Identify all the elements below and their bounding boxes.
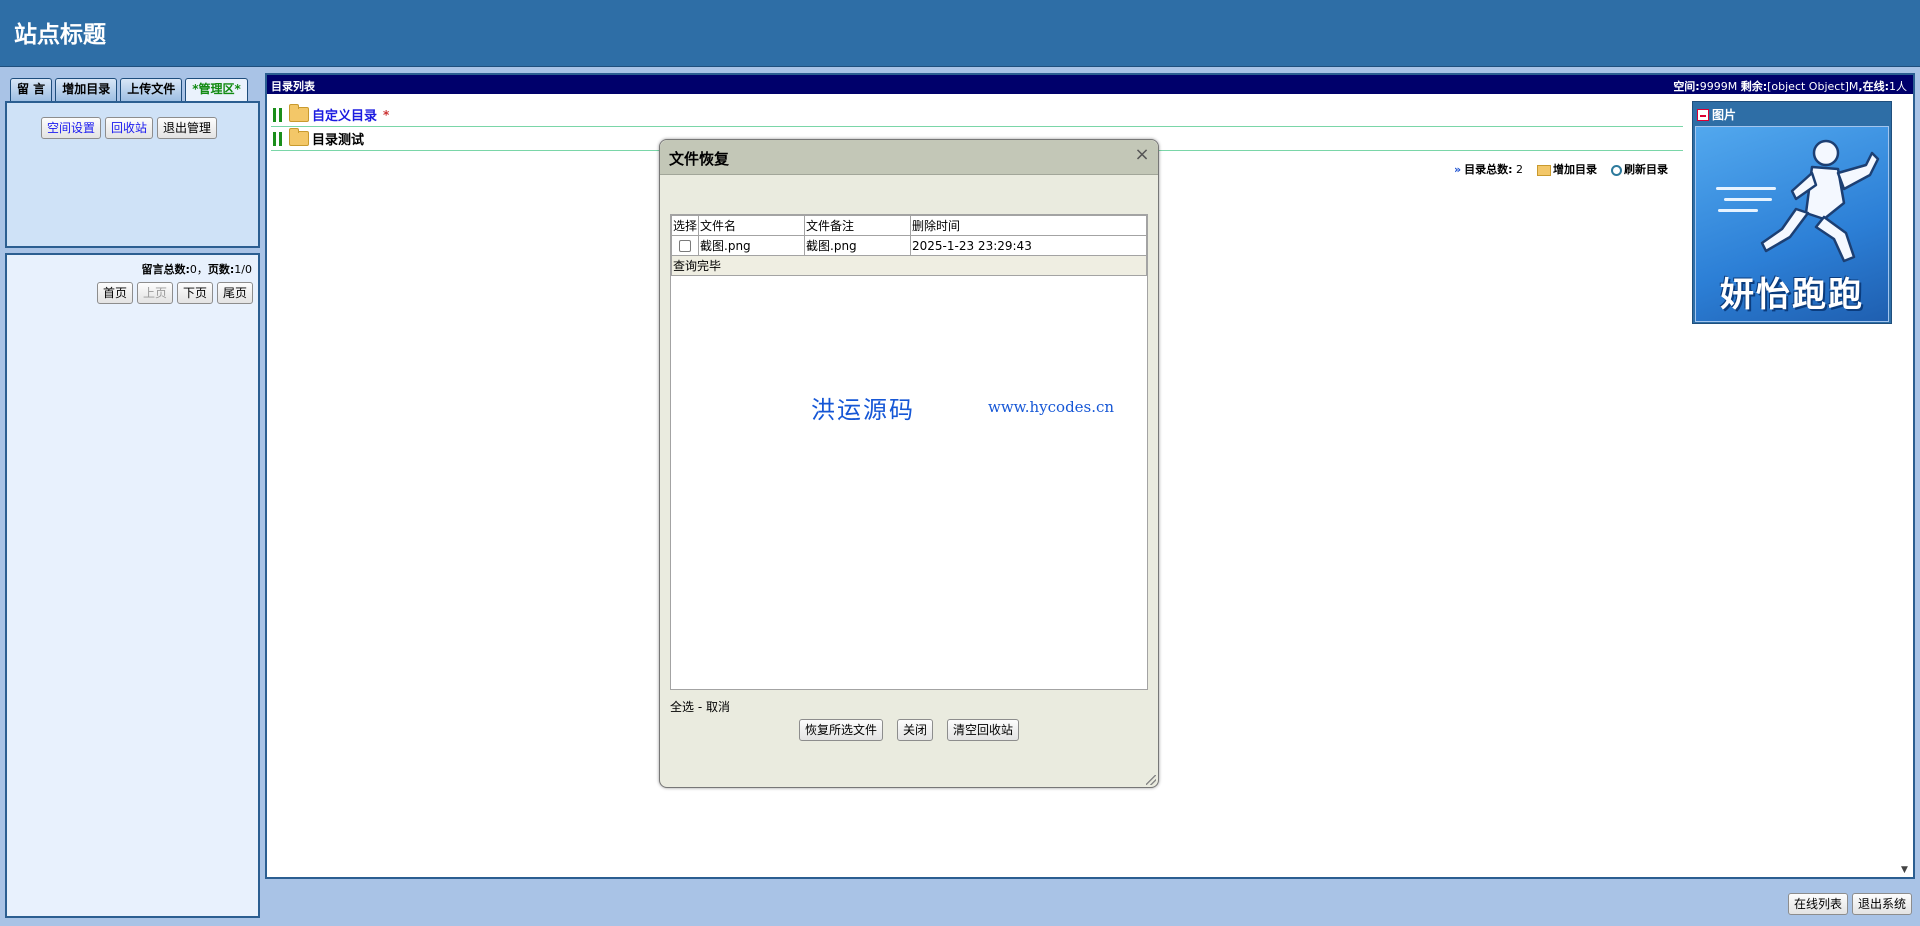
last-page-button[interactable]: 尾页 [216,282,253,304]
dialog-header: 文件恢复 × [660,140,1158,175]
header: 站点标题 [0,0,1920,67]
left-tabs: 留 言 增加目录 上传文件 *管理区* [10,78,251,102]
logout-admin-button[interactable]: 退出管理 [157,117,218,139]
prev-page-button: 上页 [136,282,173,304]
promo-image: 妍怡跑跑 [1695,126,1889,322]
double-arrow-icon: » [1453,163,1462,176]
online-list-button[interactable]: 在线列表 [1787,893,1848,915]
message-stats: 留言总数:0，页数:1/0 [141,261,252,277]
space-value: 9999M [1699,80,1738,93]
page-count-label: 页数: [207,263,235,276]
add-directory-label: 增加目录 [1553,163,1597,176]
add-folder-icon [1537,164,1551,176]
refresh-directory-link[interactable]: 刷新目录 [1611,161,1668,177]
directory-link[interactable]: 目录测试 [312,129,364,148]
footer-buttons: 在线列表 退出系统 [1787,893,1912,915]
directory-list-title: 目录列表 [271,80,315,93]
sort-arrows-icon[interactable] [271,106,285,124]
recycle-bin-button[interactable]: 回收站 [105,117,154,139]
dialog-title: 文件恢复 [669,150,730,168]
image-panel: 图片 妍怡跑跑 [1692,101,1892,324]
sort-arrows-icon[interactable] [271,130,285,148]
deleted-time-cell: 2025-1-23 23:29:43 [910,235,1147,256]
table-row: 截图.png 截图.png 2025-1-23 23:29:43 [670,235,1147,256]
filename-cell: 截图.png [698,235,806,256]
close-icon[interactable]: × [1134,146,1150,164]
message-total-label: 留言总数: [141,263,190,276]
online-label: ,在线: [1858,80,1889,93]
messages-panel: 留言总数:0，页数:1/0 首页 上页 下页 尾页 [5,253,260,918]
table-header-row: 选择 文件名 文件备注 删除时间 [670,215,1147,236]
column-header-filename: 文件名 [698,215,806,236]
resize-grip-icon[interactable] [1146,775,1156,785]
space-settings-button[interactable]: 空间设置 [41,117,102,139]
space-status: 空间:9999M 剩余:[object Object]M,在线:1人 [1673,78,1907,94]
directory-toolbar: » 目录总数: 2 增加目录 刷新目录 [1454,161,1668,177]
file-select-checkbox[interactable] [679,240,691,252]
refresh-icon [1611,164,1622,176]
picture-icon [1697,108,1709,121]
admin-buttons: 空间设置 回收站 退出管理 [41,117,218,139]
restore-selected-button[interactable]: 恢复所选文件 [798,719,883,741]
message-total-value: 0 [189,263,197,276]
site-title: 站点标题 [14,22,106,48]
folder-icon [289,104,309,122]
query-done-text: 查询完毕 [671,255,1147,276]
recycle-files-table: 选择 文件名 文件备注 删除时间 截图.png 截图.png 2025-1-23… [670,215,1147,276]
first-page-button[interactable]: 首页 [96,282,133,304]
empty-recycle-bin-button[interactable]: 清空回收站 [947,719,1020,741]
remain-label: 剩余: [1740,80,1768,93]
directory-list-bar: 目录列表 空间:9999M 剩余:[object Object]M,在线:1人 [267,75,1913,94]
dialog-buttons: 恢复所选文件 关闭 清空回收站 [660,719,1158,741]
watermark-text: 洪运源码 [811,396,915,424]
refresh-directory-label: 刷新目录 [1624,163,1668,176]
space-label: 空间: [1673,80,1700,93]
query-done-row: 查询完毕 [671,255,1147,276]
scroll-down-arrow-icon[interactable]: ▼ [1901,865,1911,875]
column-header-select: 选择 [670,215,700,236]
logout-system-button[interactable]: 退出系统 [1851,893,1912,915]
column-header-deleted-time: 删除时间 [910,215,1147,236]
folder-icon [289,128,309,146]
column-header-note: 文件备注 [804,215,912,236]
tab-admin-area[interactable]: *管理区* [185,78,248,102]
note-cell: 截图.png [804,235,912,256]
close-dialog-button[interactable]: 关闭 [896,719,933,741]
directory-total-value: 2 [1516,163,1523,176]
runner-icon [1760,139,1880,263]
tab-upload-file[interactable]: 上传文件 [120,78,183,101]
add-directory-link[interactable]: 增加目录 [1537,161,1597,177]
online-value: 1人 [1889,80,1907,93]
promo-logo-text: 妍怡跑跑 [1720,275,1864,315]
file-restore-dialog: 文件恢复 × 选择 文件名 文件备注 删除时间 截图.png 截图.png 20… [659,139,1159,788]
image-panel-title: 图片 [1697,106,1736,123]
directory-row: 自定义目录 * [271,103,1683,127]
selection-links: 全选 - 取消 [670,698,730,715]
watermark-url: www.hycodes.cn [988,398,1115,416]
page-count-value: 1/0 [234,263,252,276]
selection-separator: - [694,700,706,714]
cancel-selection-link[interactable]: 取消 [706,700,730,714]
message-pager: 首页 上页 下页 尾页 [96,282,253,304]
remain-value: [object Object]M [1767,80,1859,93]
directory-total: » 目录总数: 2 [1454,161,1523,177]
directory-link[interactable]: 自定义目录 [312,105,377,124]
next-page-button[interactable]: 下页 [176,282,213,304]
select-cell [670,235,700,256]
recycle-table-area: 选择 文件名 文件备注 删除时间 截图.png 截图.png 2025-1-23… [670,214,1148,690]
directory-total-label: 目录总数: [1464,163,1513,176]
image-panel-title-text: 图片 [1712,108,1737,122]
tab-messages[interactable]: 留 言 [10,78,53,101]
select-all-link[interactable]: 全选 [670,700,694,714]
admin-panel: 空间设置 回收站 退出管理 [5,101,260,248]
tab-add-directory[interactable]: 增加目录 [55,78,118,101]
watermark: 洪运源码 www.hycodes.cn [811,390,1141,430]
stats-separator: ， [196,263,208,276]
directory-star: * [383,107,390,122]
